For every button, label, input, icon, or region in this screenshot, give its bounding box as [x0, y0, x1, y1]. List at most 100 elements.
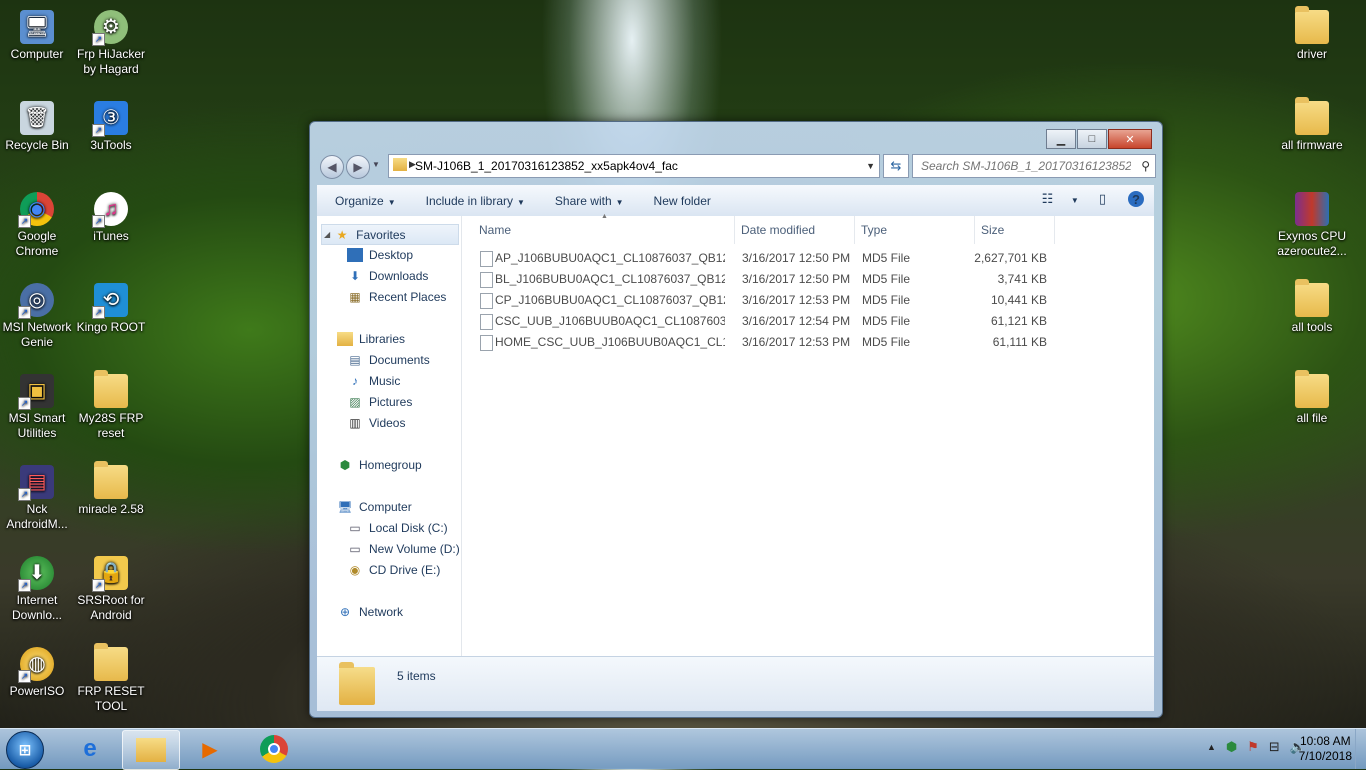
column-header-size[interactable]: Size — [975, 216, 1055, 244]
nav-network[interactable]: ⊕ Network — [337, 605, 403, 619]
desktop-icon-msi-network-genie[interactable]: ◎ ↗ MSI Network Genie — [1, 277, 73, 350]
folder-icon — [94, 370, 128, 408]
nav-cd-drive[interactable]: ◉ CD Drive (E:) — [347, 563, 441, 577]
desktop-icon-all-tools[interactable]: all tools — [1276, 277, 1348, 335]
file-row[interactable]: CP_J106BUBU0AQC1_CL10876037_QB128... 3/1… — [462, 290, 1154, 311]
nav-computer[interactable]: 🖥 Computer — [337, 500, 411, 514]
desktop-icon-frp-hijacker[interactable]: ⚙ ↗ Frp HiJacker by Hagard — [75, 4, 147, 77]
taskbar-windows-explorer[interactable] — [122, 730, 180, 770]
breadcrumb-chevron-icon[interactable]: ▶ — [409, 159, 416, 170]
search-icon: ⚲ — [1141, 159, 1150, 173]
file-icon — [480, 272, 493, 288]
search-box[interactable]: ⚲ — [912, 154, 1156, 178]
details-pane: 5 items — [317, 656, 1154, 711]
nav-downloads[interactable]: ⬇ Downloads — [347, 269, 428, 283]
network-icon: ⊕ — [339, 605, 351, 619]
desktop-icon-itunes[interactable]: ♫ ↗ iTunes — [75, 186, 147, 244]
nav-libraries[interactable]: Libraries — [337, 332, 405, 346]
start-button[interactable]: ⊞ — [6, 731, 44, 769]
desktop-icon-google-chrome[interactable]: ◉ ↗ Google Chrome — [1, 186, 73, 259]
msi-network-genie-icon: ◎ ↗ — [18, 283, 54, 319]
nav-pictures[interactable]: ▨ Pictures — [347, 395, 412, 409]
nav-favorites[interactable]: ◢ ★ Favorites — [321, 224, 459, 245]
desktop-icon-3utools[interactable]: ③ ↗ 3uTools — [75, 95, 147, 153]
file-row[interactable]: BL_J106BUBU0AQC1_CL10876037_QB128... 3/1… — [462, 269, 1154, 290]
network-icon[interactable]: ⊟ — [1269, 739, 1280, 755]
nav-documents[interactable]: ▤ Documents — [347, 353, 429, 367]
desktop-icon-label: Frp HiJacker by Hagard — [76, 47, 145, 76]
desktop-icon-computer[interactable]: 🖥 Computer — [1, 4, 73, 62]
recent-pages-arrow-icon[interactable]: ▼ — [372, 160, 380, 169]
desktop-icon-frp-reset-tool[interactable]: FRP RESET TOOL — [75, 641, 147, 714]
navigation-pane: ◢ ★ Favorites Desktop ⬇ Downloads ▦ Recent… — [317, 216, 462, 656]
desktop-icon-label: driver — [1296, 47, 1327, 61]
help-icon[interactable]: ? — [1128, 191, 1144, 207]
organize-button[interactable]: Organize ▼ — [335, 194, 396, 208]
nav-label: Network — [359, 605, 404, 619]
forward-button[interactable]: ▶ — [346, 155, 370, 179]
address-dropdown-icon[interactable]: ▼ — [866, 161, 875, 171]
file-date: 3/16/2017 12:53 PM — [742, 293, 851, 307]
taskbar-internet-explorer[interactable]: e — [62, 730, 118, 768]
nav-homegroup[interactable]: ⬢ Homegroup — [337, 458, 422, 472]
file-row[interactable]: AP_J106BUBU0AQC1_CL10876037_QB128... 3/1… — [462, 248, 1154, 269]
file-type: MD5 File — [862, 314, 911, 328]
close-button[interactable]: ✕ — [1108, 129, 1152, 149]
nav-new-volume[interactable]: ▭ New Volume (D:) — [347, 542, 460, 556]
desktop-icon-srsroot[interactable]: 🔒 ↗ SRSRoot for Android — [75, 550, 147, 623]
command-bar: Organize ▼ Include in library ▼ Share with… — [317, 185, 1154, 217]
refresh-button[interactable]: ⇆ — [883, 154, 909, 178]
taskbar-google-chrome[interactable] — [246, 730, 302, 768]
desktop-icon-label: all firmware — [1281, 138, 1343, 152]
desktop-icon-miracle[interactable]: miracle 2.58 — [75, 459, 147, 517]
desktop-icon-msi-smart-utilities[interactable]: ▣ ↗ MSI Smart Utilities — [1, 368, 73, 441]
desktop-icon-label: 3uTools — [90, 138, 132, 152]
file-type: MD5 File — [862, 272, 911, 286]
preview-pane-icon[interactable]: ▯ — [1099, 191, 1106, 207]
desktop-icon-nck-android[interactable]: ▤ ↗ Nck AndroidM... — [1, 459, 73, 532]
column-label: Date modified — [741, 223, 816, 237]
maximize-button[interactable]: □ — [1077, 129, 1107, 149]
column-header-date[interactable]: Date modified — [735, 216, 855, 244]
address-path: SM-J106B_1_20170316123852_xx5apk4ov4_fac — [415, 159, 678, 173]
recycle-bin-icon: 🗑 — [20, 101, 54, 135]
file-name: AP_J106BUBU0AQC1_CL10876037_QB128... — [495, 251, 725, 265]
action-center-flag-icon[interactable]: ⚑ — [1247, 739, 1259, 755]
desktop-icon-kingo-root[interactable]: ⟲ ↗ Kingo ROOT — [75, 277, 147, 335]
nav-label: New Volume (D:) — [369, 542, 460, 556]
desktop-icon-recycle-bin[interactable]: 🗑 Recycle Bin — [1, 95, 73, 153]
show-hidden-icons-icon[interactable]: ▲ — [1207, 742, 1216, 752]
nav-local-disk[interactable]: ▭ Local Disk (C:) — [347, 521, 447, 535]
include-in-library-button[interactable]: Include in library ▼ — [426, 194, 525, 208]
folder-icon — [1295, 6, 1329, 44]
show-desktop-button[interactable] — [1355, 729, 1366, 769]
file-row[interactable]: CSC_UUB_J106BUUB0AQC1_CL10876037_... 3/1… — [462, 311, 1154, 332]
desktop-icon-exynos-cpu[interactable]: Exynos CPU azerocute2... — [1276, 186, 1348, 259]
column-header-name[interactable]: Name ▲ — [473, 213, 735, 244]
nav-videos[interactable]: ▥ Videos — [347, 416, 405, 430]
desktop-icon-internet-download[interactable]: ⬇ ↗ Internet Downlo... — [1, 550, 73, 623]
minimize-button[interactable]: ▁ — [1046, 129, 1076, 149]
kingo-root-icon: ⟲ ↗ — [92, 283, 128, 319]
collapse-arrow-icon[interactable]: ◢ — [324, 230, 330, 239]
column-header-type[interactable]: Type — [855, 216, 975, 244]
desktop-icon-poweriso[interactable]: ◍ ↗ PowerISO — [1, 641, 73, 699]
column-label: Type — [861, 223, 888, 237]
share-with-button[interactable]: Share with ▼ — [555, 194, 624, 208]
back-button[interactable]: ◀ — [320, 155, 344, 179]
change-view-icon[interactable]: ☷ ▼ — [1042, 191, 1079, 207]
clock[interactable]: 10:08 AM 7/10/2018 — [1299, 734, 1352, 764]
desktop-icon-all-file[interactable]: all file — [1276, 368, 1348, 426]
taskbar-media-player[interactable]: ▶ — [182, 730, 238, 768]
nav-music[interactable]: ♪ Music — [347, 374, 400, 388]
nav-recent-places[interactable]: ▦ Recent Places — [347, 290, 446, 304]
desktop-icon-all-firmware[interactable]: all firmware — [1276, 95, 1348, 153]
new-folder-button[interactable]: New folder — [654, 194, 711, 208]
search-input[interactable] — [919, 158, 1133, 174]
network-status-icon[interactable]: ⬢ — [1226, 739, 1237, 755]
desktop-icon-my28s-frp-reset[interactable]: My28S FRP reset — [75, 368, 147, 441]
address-bar[interactable]: ▶ SM-J106B_1_20170316123852_xx5apk4ov4_f… — [388, 154, 880, 178]
file-row[interactable]: HOME_CSC_UUB_J106BUUB0AQC1_CL10... 3/16/… — [462, 332, 1154, 353]
desktop-icon-driver[interactable]: driver — [1276, 4, 1348, 62]
nav-desktop[interactable]: Desktop — [347, 248, 413, 262]
